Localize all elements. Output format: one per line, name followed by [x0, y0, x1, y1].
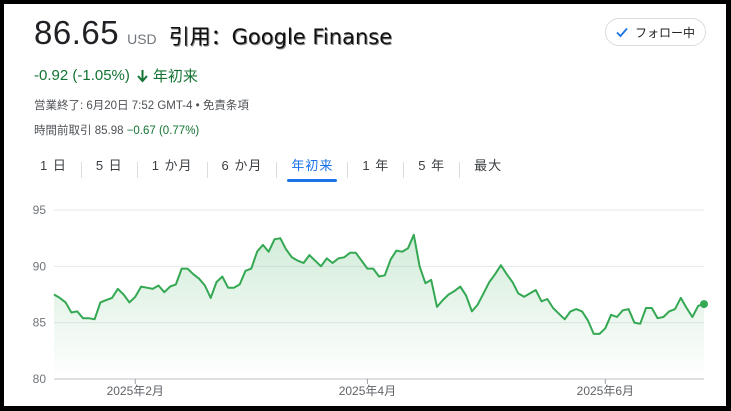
y-tick-label: 95: [33, 203, 47, 217]
change-value: -0.92 (-1.05%): [34, 67, 130, 84]
tab-5d[interactable]: 5 日: [82, 154, 137, 186]
x-tick-label: 2025年4月: [339, 384, 396, 398]
follow-button-label: フォロー中: [634, 25, 695, 40]
after-hours-price: 85.98: [94, 125, 124, 137]
x-tick-label: 2025年6月: [577, 384, 634, 398]
check-icon: [616, 27, 628, 38]
tab-ytd[interactable]: 年初来: [277, 154, 347, 186]
after-hours-change: −0.67 (0.77%): [126, 125, 200, 137]
currency-label: USD: [127, 31, 157, 47]
y-tick-label: 80: [33, 372, 47, 386]
current-price: 86.65: [34, 14, 120, 51]
price-area: [54, 234, 704, 379]
tab-1y[interactable]: 1 年: [348, 154, 403, 186]
after-hours-label: 時間前取引: [34, 125, 92, 137]
range-tabs: 1 日 5 日 1 か月 6 か月 年初来 1 年 5 年 最大: [26, 154, 516, 186]
price-header: 86.65 USD 引用：Google Finanse: [34, 14, 392, 52]
x-tick-label: 2025年2月: [107, 384, 164, 398]
price-chart: 80 85 90 95 2025年2月 2025年4月 2025年6月: [33, 203, 708, 398]
tab-1m[interactable]: 1 か月: [138, 154, 207, 186]
follow-button[interactable]: フォロー中: [604, 18, 706, 46]
last-price-marker: [700, 300, 708, 309]
finance-panel: 86.65 USD 引用：Google Finanse フォロー中 -0.92 …: [4, 4, 726, 406]
tab-6m[interactable]: 6 か月: [208, 154, 277, 186]
tab-max[interactable]: 最大: [460, 154, 516, 186]
after-hours-info: 時間前取引 85.98 −0.67 (0.77%): [34, 122, 199, 138]
y-tick-label: 85: [33, 316, 47, 330]
arrow-down-icon: [137, 69, 148, 82]
tab-1d[interactable]: 1 日: [26, 154, 81, 186]
y-tick-label: 90: [33, 259, 47, 273]
price-change: -0.92 (-1.05%) 年初来: [34, 65, 198, 86]
change-period: 年初来: [152, 68, 198, 85]
tab-5y[interactable]: 5 年: [404, 154, 459, 186]
source-caption: 引用：Google Finanse: [168, 25, 393, 49]
close-info: 営業終了: 6月20日 7:52 GMT-4 • 免責条項: [34, 100, 249, 112]
